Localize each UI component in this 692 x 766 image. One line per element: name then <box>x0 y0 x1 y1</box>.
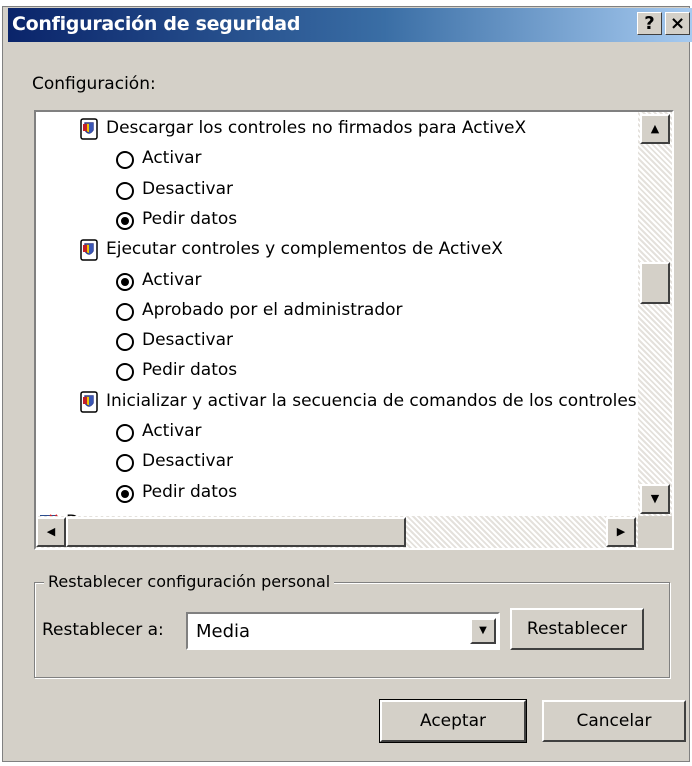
scrollbar-corner <box>638 516 672 548</box>
security-level-value: Media <box>196 621 251 642</box>
settings-category: Inicializar y activar la secuencia de co… <box>36 387 638 417</box>
setting-option[interactable]: Aprobado por el administrador <box>36 296 638 326</box>
scroll-up-button[interactable]: ▲ <box>640 114 670 144</box>
setting-option[interactable]: Desactivar <box>36 326 638 356</box>
radio-selected[interactable] <box>116 272 134 291</box>
security-setting-icon <box>80 118 98 140</box>
cancel-button[interactable]: Cancelar <box>542 700 686 742</box>
setting-option[interactable]: Activar <box>36 417 638 447</box>
setting-option[interactable]: Pedir datos <box>36 356 638 386</box>
settings-category: Ejecutar controles y complementos de Act… <box>36 235 638 265</box>
setting-option[interactable]: Desactivar <box>36 447 638 477</box>
settings-section: Descargas <box>36 508 638 516</box>
reset-group-title: Restablecer configuración personal <box>44 572 335 591</box>
radio-selected[interactable] <box>116 484 134 503</box>
scroll-down-button[interactable]: ▼ <box>640 484 670 514</box>
window-title: Configuración de seguridad <box>12 13 301 35</box>
radio-unselected[interactable] <box>116 424 134 442</box>
setting-option[interactable]: Pedir datos <box>36 205 638 235</box>
security-setting-icon <box>80 239 98 261</box>
vertical-scroll-thumb[interactable] <box>640 262 670 304</box>
close-button[interactable]: × <box>665 12 690 35</box>
chevron-down-icon[interactable]: ▼ <box>470 618 496 644</box>
title-bar[interactable]: Configuración de seguridad ? × <box>8 8 692 42</box>
radio-unselected[interactable] <box>116 454 134 473</box>
help-button[interactable]: ? <box>637 12 662 35</box>
horizontal-scrollbar[interactable]: ◀ ▶ <box>36 516 638 548</box>
scroll-left-button[interactable]: ◀ <box>36 517 66 547</box>
settings-category: Descargar los controles no firmados para… <box>36 114 638 144</box>
radio-selected[interactable] <box>116 211 134 230</box>
setting-option[interactable]: Pedir datos <box>36 478 638 508</box>
security-setting-icon <box>80 390 98 413</box>
setting-option[interactable]: Desactivar <box>36 175 638 205</box>
reset-to-label: Restablecer a: <box>42 620 164 640</box>
radio-unselected[interactable] <box>116 181 134 200</box>
radio-unselected[interactable] <box>116 302 134 321</box>
radio-unselected[interactable] <box>116 151 134 170</box>
scroll-right-button[interactable]: ▶ <box>606 517 636 547</box>
horizontal-scroll-thumb[interactable] <box>66 517 406 547</box>
settings-list[interactable]: Descargar los controles no firmados para… <box>34 110 674 550</box>
config-label: Configuración: <box>32 74 156 94</box>
reset-button[interactable]: Restablecer <box>510 608 644 650</box>
setting-option[interactable]: Activar <box>36 144 638 174</box>
setting-option[interactable]: Activar <box>36 266 638 296</box>
security-level-select[interactable]: Media ▼ <box>186 612 500 650</box>
ok-button[interactable]: Aceptar <box>379 699 527 743</box>
radio-unselected[interactable] <box>116 363 134 382</box>
settings-list-content: Descargar los controles no firmados para… <box>36 112 638 516</box>
radio-unselected[interactable] <box>116 333 134 352</box>
vertical-scrollbar[interactable]: ▲ ▼ <box>638 112 672 516</box>
